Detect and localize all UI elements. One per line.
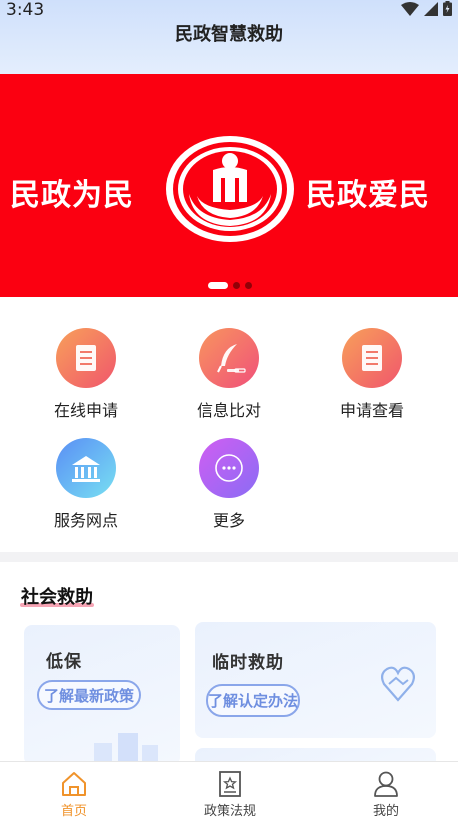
user-icon	[374, 771, 398, 797]
document-icon	[342, 328, 402, 388]
nav-home[interactable]: 首页	[14, 770, 134, 819]
nav-mine[interactable]: 我的	[326, 770, 446, 819]
battery-icon	[443, 1, 452, 16]
carousel-dot[interactable]	[208, 282, 228, 289]
learn-latest-policy-button[interactable]: 了解最新政策	[37, 680, 141, 710]
status-icons	[401, 1, 452, 16]
banner-carousel[interactable]: 民政为民 民政爱民	[0, 74, 458, 297]
nav-label: 我的	[372, 804, 399, 819]
carousel-dot[interactable]	[233, 282, 240, 289]
service-info-compare[interactable]: 信息比对	[159, 328, 299, 421]
learn-criteria-button[interactable]: 了解认定办法	[206, 684, 300, 717]
service-label: 申请查看	[339, 401, 404, 420]
card-title: 临时救助	[212, 653, 284, 673]
more-icon	[199, 438, 259, 498]
section-title: 社会救助	[21, 587, 93, 608]
bank-icon	[56, 438, 116, 498]
card-temporary-assistance[interactable]: 临时救助 了解认定办法	[195, 622, 436, 738]
carousel-indicator[interactable]	[208, 282, 252, 289]
document-icon	[56, 328, 116, 388]
service-label: 在线申请	[53, 401, 118, 420]
handshake-heart-icon	[381, 666, 415, 702]
service-label: 信息比对	[196, 401, 261, 420]
service-online-apply[interactable]: 在线申请	[16, 328, 156, 421]
home-icon	[62, 772, 86, 796]
banner-right-slogan: 民政爱民	[306, 178, 430, 213]
service-label: 更多	[212, 511, 245, 530]
signal-icon	[424, 1, 438, 16]
nav-policies[interactable]: 政策法规	[170, 770, 290, 819]
service-apply-view[interactable]: 申请查看	[302, 328, 442, 421]
section-divider	[0, 552, 458, 562]
bottom-navigation: 首页 政策法规 我的	[0, 761, 458, 820]
card-subsistence-allowance[interactable]: 低保 了解最新政策	[24, 625, 180, 765]
banner-left-slogan: 民政为民	[10, 178, 134, 213]
policy-book-icon	[219, 771, 241, 797]
civil-affairs-emblem-icon	[166, 136, 294, 242]
service-label: 服务网点	[53, 511, 118, 530]
buildings-illustration-icon	[94, 733, 158, 765]
card-title: 低保	[46, 652, 82, 672]
service-more[interactable]: 更多	[159, 438, 299, 531]
service-outlets[interactable]: 服务网点	[16, 438, 156, 531]
wifi-icon	[401, 1, 419, 16]
app-header: 3:43 民政智慧救助	[0, 0, 458, 74]
status-time: 3:43	[6, 0, 45, 20]
quill-icon	[199, 328, 259, 388]
carousel-dot[interactable]	[245, 282, 252, 289]
nav-label: 政策法规	[203, 804, 256, 819]
nav-label: 首页	[60, 804, 87, 819]
page-title: 民政智慧救助	[175, 24, 283, 45]
